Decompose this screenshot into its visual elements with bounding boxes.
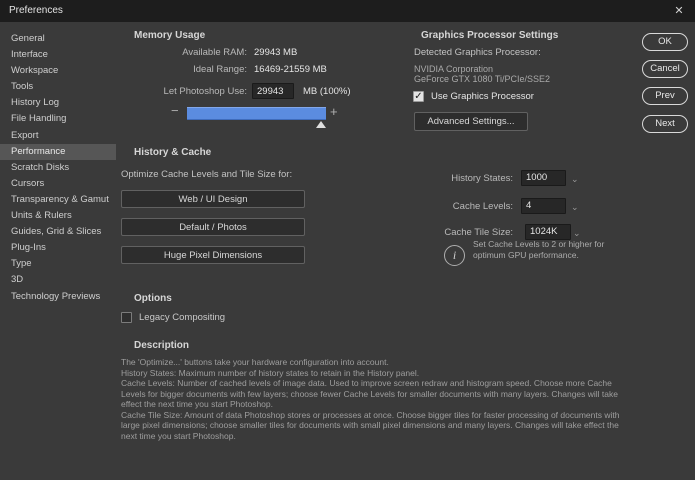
legacy-compositing-label: Legacy Compositing — [139, 312, 226, 323]
memory-usage-heading: Memory Usage — [134, 30, 206, 41]
cancel-button[interactable]: Cancel — [642, 60, 688, 78]
history-cache-heading: History & Cache — [134, 147, 212, 158]
gpu-tip-text: Set Cache Levels to 2 or higher for opti… — [473, 239, 605, 260]
next-button[interactable]: Next — [642, 115, 688, 133]
legacy-compositing-checkbox[interactable] — [121, 312, 132, 323]
optimize-label: Optimize Cache Levels and Tile Size for: — [121, 169, 293, 180]
sidebar-item-interface[interactable]: Interface — [0, 47, 116, 63]
close-icon[interactable]: ✕ — [671, 0, 687, 22]
sidebar-item-performance[interactable]: Performance — [0, 143, 116, 160]
description-line: next time you start Photoshop. — [121, 430, 236, 441]
description-line: effect the next time you start Photoshop… — [121, 399, 273, 409]
preset-huge-pixel-dimensions-button[interactable]: Huge Pixel Dimensions — [121, 246, 305, 264]
available-ram-label: Available RAM: — [182, 47, 247, 58]
history-states-field[interactable]: 1000 — [521, 170, 566, 186]
sidebar-item-guides-grid-slices[interactable]: Guides, Grid & Slices — [0, 224, 116, 240]
sidebar-item-history-log[interactable]: History Log — [0, 95, 116, 111]
sidebar-item-scratch-disks[interactable]: Scratch Disks — [0, 160, 116, 176]
description-line: Cache Tile Size: Amount of data Photosho… — [121, 409, 620, 420]
description-line: large pixel dimensions; choose smaller t… — [121, 420, 619, 430]
preset-default-photos-button[interactable]: Default / Photos — [121, 218, 305, 236]
description-line: Cache Levels: Number of cached levels of… — [121, 378, 612, 388]
history-states-chevron-down-icon[interactable]: ⌄ — [571, 171, 579, 187]
available-ram-value: 29943 MB — [254, 47, 298, 58]
options-heading: Options — [134, 293, 172, 304]
let-photoshop-use-input[interactable] — [252, 83, 294, 99]
info-icon: i — [444, 245, 465, 266]
cache-levels-chevron-down-icon[interactable]: ⌄ — [571, 199, 579, 215]
titlebar: Preferences ✕ — [0, 0, 695, 22]
let-photoshop-use-suffix: MB (100%) — [303, 86, 351, 97]
description-line: The 'Optimize...' buttons take your hard… — [121, 357, 389, 367]
memory-slider-thumb[interactable] — [316, 121, 326, 128]
let-photoshop-use-label: Let Photoshop Use: — [163, 86, 247, 97]
sidebar-item-3d[interactable]: 3D — [0, 272, 116, 288]
sidebar-item-file-handling[interactable]: File Handling — [0, 111, 116, 127]
sidebar-item-tools[interactable]: Tools — [0, 79, 116, 95]
description-line: History States: Maximum number of histor… — [121, 367, 420, 378]
advanced-settings-button[interactable]: Advanced Settings... — [414, 112, 528, 131]
use-graphics-processor-label: Use Graphics Processor — [431, 91, 534, 102]
memory-slider-track[interactable] — [187, 107, 326, 120]
sidebar-item-type[interactable]: Type — [0, 256, 116, 272]
graphics-settings-heading: Graphics Processor Settings — [421, 30, 559, 41]
ok-button[interactable]: OK — [642, 33, 688, 51]
sidebar-item-cursors[interactable]: Cursors — [0, 176, 116, 192]
sidebar-item-transparency-gamut[interactable]: Transparency & Gamut — [0, 192, 116, 208]
history-states-label: History States: — [451, 173, 513, 184]
prev-button[interactable]: Prev — [642, 87, 688, 105]
cache-tile-size-field[interactable]: 1024K — [525, 224, 571, 240]
description-line: Levels for bigger documents with few lay… — [121, 388, 619, 399]
gpu-vendor: NVIDIA Corporation — [414, 64, 494, 74]
ideal-range-label: Ideal Range: — [193, 64, 247, 75]
sidebar-item-plug-ins[interactable]: Plug-Ins — [0, 240, 116, 256]
cache-tile-size-label: Cache Tile Size: — [444, 227, 513, 238]
cache-levels-label: Cache Levels: — [452, 201, 513, 212]
use-graphics-processor-checkbox[interactable]: ✓ — [413, 91, 424, 102]
sidebar-item-export[interactable]: Export — [0, 128, 116, 144]
detected-gpu-label: Detected Graphics Processor: — [414, 47, 541, 58]
preset-web-ui-design-button[interactable]: Web / UI Design — [121, 190, 305, 208]
ideal-range-value: 16469-21559 MB — [254, 64, 327, 75]
window-title: Preferences — [9, 5, 63, 16]
sidebar-item-general[interactable]: General — [0, 31, 116, 47]
slider-plus-icon[interactable]: + — [330, 104, 338, 119]
cache-levels-field[interactable]: 4 — [521, 198, 566, 214]
preferences-dialog: Preferences ✕ General Interface Workspac… — [0, 0, 695, 480]
sidebar-item-units-rulers[interactable]: Units & Rulers — [0, 208, 116, 224]
sidebar: General Interface Workspace Tools Histor… — [0, 31, 116, 305]
sidebar-item-workspace[interactable]: Workspace — [0, 63, 116, 79]
gpu-model: GeForce GTX 1080 Ti/PCIe/SSE2 — [414, 74, 551, 84]
description-heading: Description — [134, 340, 190, 351]
sidebar-item-technology-previews[interactable]: Technology Previews — [0, 289, 116, 305]
slider-minus-icon[interactable]: − — [171, 103, 179, 118]
